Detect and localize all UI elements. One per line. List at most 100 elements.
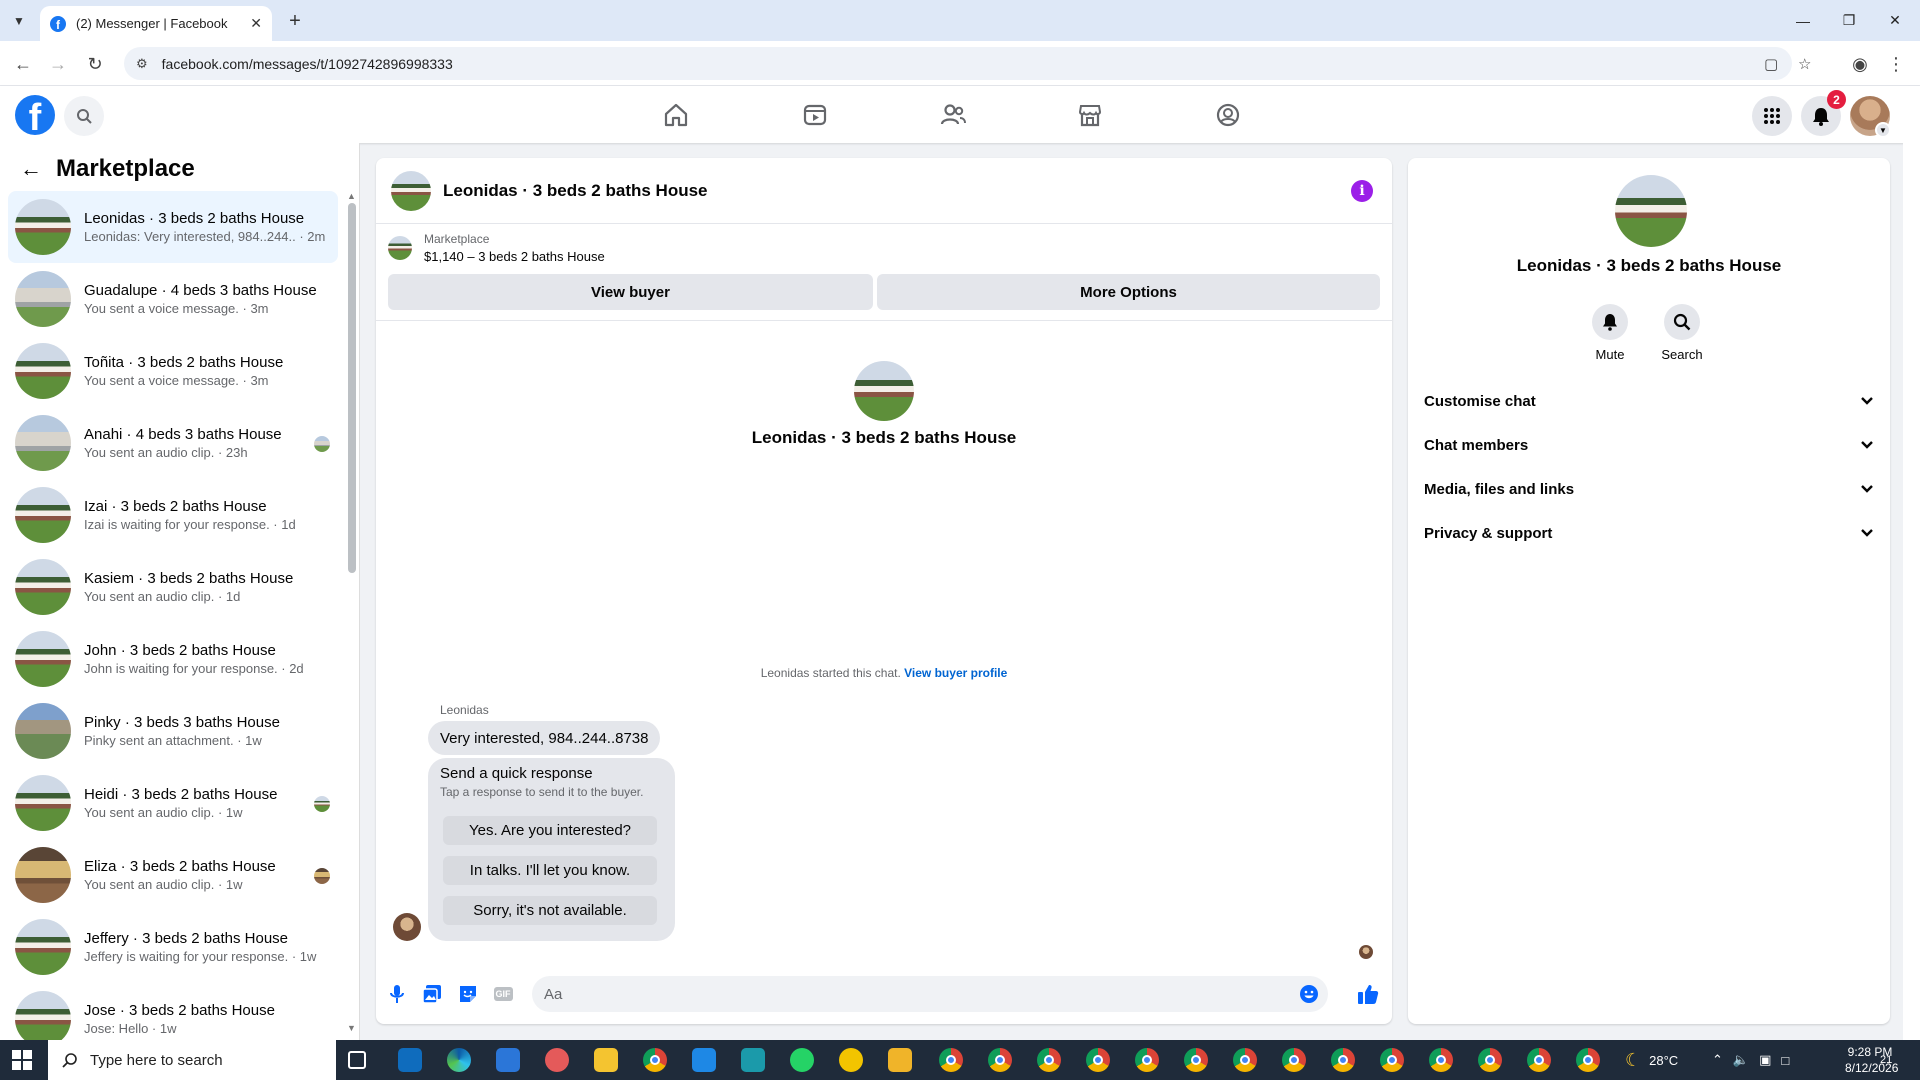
windows-start-icon[interactable] <box>12 1050 32 1070</box>
account-chevron-down-icon[interactable]: ▼ <box>1875 122 1891 138</box>
chrome-icon[interactable] <box>1331 1048 1355 1072</box>
gif-icon[interactable]: GIF <box>492 983 514 1005</box>
app-icon[interactable] <box>741 1048 765 1072</box>
details-avatar[interactable] <box>1615 175 1687 247</box>
back-arrow-icon[interactable]: ← <box>20 156 42 182</box>
chat-avatar[interactable] <box>391 170 431 211</box>
chrome-icon[interactable] <box>1037 1048 1061 1072</box>
browser-tab[interactable]: f (2) Messenger | Facebook ✕ <box>40 6 272 41</box>
customise-chat-section[interactable]: Customise chat <box>1424 379 1874 423</box>
conversation-row[interactable]: Leonidas · 3 beds 2 baths House Leonidas:… <box>8 191 338 263</box>
conversation-row[interactable]: Anahi · 4 beds 3 baths House You sent an … <box>8 407 338 479</box>
back-arrow-icon[interactable]: ← <box>8 49 38 79</box>
quick-response-option[interactable]: Yes. Are you interested? <box>443 816 657 845</box>
whatsapp-icon[interactable] <box>790 1048 814 1072</box>
battery-icon[interactable]: □ <box>1781 1053 1789 1068</box>
marketplace-icon[interactable] <box>1075 100 1105 130</box>
chrome-icon[interactable] <box>1086 1048 1110 1072</box>
reload-icon[interactable]: ↻ <box>80 49 110 79</box>
chrome-icon[interactable] <box>1576 1048 1600 1072</box>
menu-grid-icon[interactable] <box>1752 96 1792 136</box>
conversation-row[interactable]: Pinky · 3 beds 3 baths House Pinky sent a… <box>8 695 338 767</box>
media-files-links-section[interactable]: Media, files and links <box>1424 467 1874 511</box>
view-buyer-profile-link[interactable]: View buyer profile <box>904 666 1007 680</box>
chrome-icon[interactable] <box>1233 1048 1257 1072</box>
notification-center-icon[interactable]: 21 <box>1880 1040 1892 1080</box>
message-bubble[interactable]: Very interested, 984..244..8738 <box>428 721 661 755</box>
quick-response-option[interactable]: In talks. I'll let you know. <box>443 856 657 885</box>
chat-title[interactable]: Leonidas · 3 beds 2 baths House <box>443 181 708 201</box>
scroll-down-arrow-icon[interactable]: ▼ <box>347 1023 356 1033</box>
file-explorer-icon[interactable] <box>888 1048 912 1072</box>
photo-icon[interactable] <box>421 983 443 1005</box>
volume-icon[interactable]: 🔈 <box>1733 1052 1749 1068</box>
scroll-up-arrow-icon[interactable]: ▲ <box>347 191 356 201</box>
view-buyer-button[interactable]: View buyer <box>388 274 873 310</box>
chrome-icon[interactable] <box>1184 1048 1208 1072</box>
tray-icons[interactable]: ⌃ 🔈 ▣ □ <box>1712 1040 1789 1080</box>
gaming-icon[interactable] <box>1213 100 1243 130</box>
edge-icon[interactable] <box>447 1048 471 1072</box>
sticker-icon[interactable] <box>457 983 479 1005</box>
page-scrollbar[interactable] <box>1903 86 1920 1040</box>
forward-arrow-icon[interactable]: → <box>43 49 73 79</box>
conversation-row[interactable]: Toñita · 3 beds 2 baths House You sent a … <box>8 335 338 407</box>
info-icon[interactable]: i <box>1351 180 1373 202</box>
outlook-icon[interactable] <box>398 1048 422 1072</box>
conversation-row[interactable]: Jeffery · 3 beds 2 baths House Jeffery is… <box>8 911 338 983</box>
chrome-icon[interactable] <box>643 1048 667 1072</box>
conversation-row[interactable]: Kasiem · 3 beds 2 baths House You sent an… <box>8 551 338 623</box>
mute-button[interactable]: Mute <box>1580 304 1640 362</box>
address-bar[interactable]: ⚙ facebook.com/messages/t/10927428969983… <box>124 47 1811 80</box>
chrome-icon[interactable] <box>1380 1048 1404 1072</box>
close-tab-icon[interactable]: ✕ <box>250 15 262 32</box>
friends-icon[interactable] <box>938 100 968 130</box>
taskbar-search-box[interactable]: Type here to search <box>48 1040 336 1080</box>
listing-card[interactable]: Marketplace $1,140 – 3 beds 2 baths Hous… <box>388 232 605 264</box>
chrome-icon[interactable] <box>1527 1048 1551 1072</box>
site-info-icon[interactable]: ⚙ <box>136 56 148 72</box>
install-app-icon[interactable]: ▢ <box>1764 47 1778 80</box>
network-icon[interactable]: ▣ <box>1759 1052 1771 1068</box>
search-in-chat-button[interactable]: Search <box>1652 304 1712 362</box>
browser-menu-icon[interactable]: ⋮ <box>1881 49 1911 79</box>
home-icon[interactable] <box>661 100 691 130</box>
like-thumbs-up-icon[interactable] <box>1357 983 1379 1005</box>
window-close-icon[interactable]: ✕ <box>1872 0 1918 41</box>
chrome-icon[interactable] <box>1135 1048 1159 1072</box>
chevron-up-icon[interactable]: ⌃ <box>1712 1052 1723 1068</box>
chat-members-section[interactable]: Chat members <box>1424 423 1874 467</box>
weather-widget[interactable]: ☾ 28°C <box>1625 1040 1678 1080</box>
message-input[interactable]: Aa <box>532 976 1328 1012</box>
sticky-notes-icon[interactable] <box>594 1048 618 1072</box>
chrome-icon[interactable] <box>1478 1048 1502 1072</box>
conversation-row[interactable]: Guadalupe · 4 beds 3 baths House You sent… <box>8 263 338 335</box>
chrome-icon[interactable] <box>1429 1048 1453 1072</box>
restore-icon[interactable]: ❐ <box>1826 0 1872 41</box>
bookmark-star-icon[interactable]: ☆ <box>1798 47 1811 80</box>
tab-list-chevron-icon[interactable]: ▼ <box>6 8 32 34</box>
conversation-row[interactable]: Eliza · 3 beds 2 baths House You sent an … <box>8 839 338 911</box>
chrome-icon[interactable] <box>988 1048 1012 1072</box>
conversation-row[interactable]: Izai · 3 beds 2 baths House Izai is waiti… <box>8 479 338 551</box>
facebook-search-icon[interactable] <box>64 96 104 136</box>
conversation-row[interactable]: Jose · 3 beds 2 baths House Jose: Hello ·… <box>8 983 338 1040</box>
conversation-row[interactable]: Heidi · 3 beds 2 baths House You sent an … <box>8 767 338 839</box>
video-icon[interactable] <box>800 100 830 130</box>
privacy-support-section[interactable]: Privacy & support <box>1424 511 1874 555</box>
store-icon[interactable] <box>496 1048 520 1072</box>
sidebar-scrollbar[interactable] <box>348 203 356 573</box>
quick-response-option[interactable]: Sorry, it's not available. <box>443 896 657 925</box>
emoji-icon[interactable] <box>1298 983 1320 1005</box>
task-view-icon[interactable] <box>348 1051 366 1069</box>
app-icon[interactable] <box>839 1048 863 1072</box>
chrome-icon[interactable] <box>1282 1048 1306 1072</box>
more-options-button[interactable]: More Options <box>877 274 1380 310</box>
app-icon[interactable] <box>692 1048 716 1072</box>
app-icon[interactable] <box>545 1048 569 1072</box>
microphone-icon[interactable] <box>386 983 408 1005</box>
profile-icon[interactable]: ◉ <box>1845 49 1875 79</box>
conversation-row[interactable]: John · 3 beds 2 baths House John is waiti… <box>8 623 338 695</box>
minimize-icon[interactable]: — <box>1780 0 1826 41</box>
chrome-icon[interactable] <box>939 1048 963 1072</box>
